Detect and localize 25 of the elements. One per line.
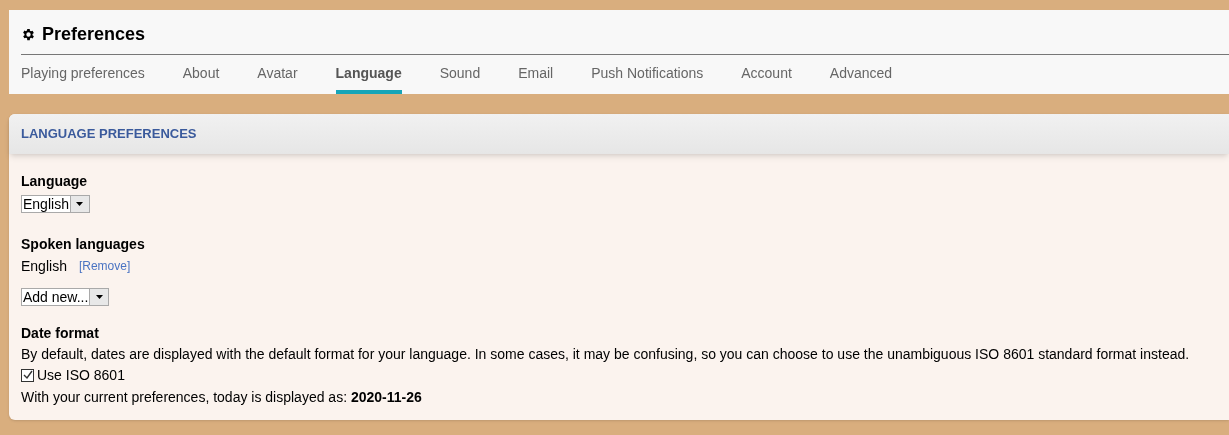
field-label: Spoken languages: [21, 235, 146, 253]
language-name: English: [21, 257, 67, 275]
tab[interactable]: Language: [335, 63, 402, 94]
caret-icon: [95, 295, 103, 299]
tab[interactable]: Sound: [439, 63, 481, 94]
field-label: Language: [21, 172, 89, 190]
description-text: By default, dates are displayed with the default format for your language. In some cases, it may be confusing, so you can choose to use the unambiguous ISO 8601 standard format instead.: [21, 345, 1191, 363]
tab[interactable]: About: [182, 63, 220, 94]
checkbox[interactable]: [21, 368, 34, 382]
remove-link[interactable]: [Remove]: [78, 257, 131, 275]
tab[interactable]: Email: [518, 63, 554, 94]
tab[interactable]: Advanced: [829, 63, 893, 94]
checkbox-label: Use ISO 8601: [37, 366, 125, 384]
caret-icon: [76, 202, 84, 206]
tab[interactable]: Playing preferences: [21, 63, 145, 94]
date-preview-text: With your current preferences, today is displayed as: 2020-11-26: [21, 388, 423, 406]
tab[interactable]: Push Notifications: [591, 63, 704, 94]
page-title: Preferences: [42, 23, 146, 46]
add-language-select[interactable]: Add new...: [21, 288, 110, 306]
section-title: LANGUAGE PREFERENCES: [21, 125, 197, 144]
tab[interactable]: Account: [741, 63, 792, 94]
tab[interactable]: Avatar: [257, 63, 298, 94]
gear-icon: [21, 27, 36, 42]
language-select[interactable]: English: [21, 195, 90, 213]
field-label: Date format: [21, 324, 100, 342]
